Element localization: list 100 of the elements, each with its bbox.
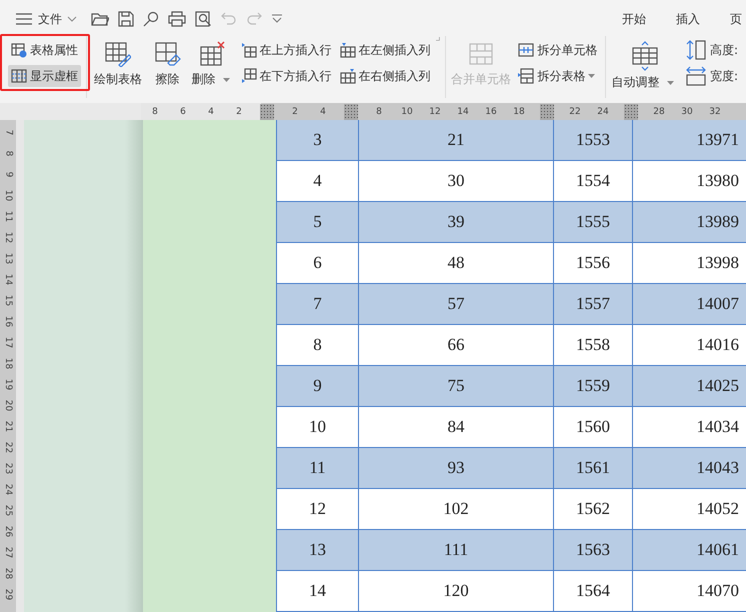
menu-icon[interactable]: [16, 13, 32, 25]
ruler-number: 29: [2, 588, 14, 600]
ruler-number: 12: [428, 106, 442, 116]
ruler-number: 16: [484, 106, 498, 116]
table-cell-text: 13998: [696, 252, 740, 274]
ruler-number: 10: [2, 190, 14, 202]
table-cell: 8: [277, 325, 359, 365]
printer-icon[interactable]: [168, 11, 186, 27]
ribbon-button[interactable]: 删除: [189, 36, 236, 88]
dashed-grid-icon: [11, 68, 27, 84]
ruler-number: 27: [2, 546, 14, 558]
ruler-number: 24: [596, 106, 610, 116]
ruler-number: 8: [151, 106, 159, 116]
ribbon-button[interactable]: 表格属性: [8, 39, 81, 61]
column-marker[interactable]: [260, 104, 274, 120]
table-cell-text: 14007: [696, 293, 740, 315]
table-cell: 4: [277, 161, 359, 201]
table-cell: 14: [277, 571, 359, 611]
ribbon-button[interactable]: 绘制表格: [90, 36, 146, 88]
table-cell: 120: [359, 571, 554, 611]
column-marker[interactable]: [344, 104, 358, 120]
table-eraser-icon: [154, 41, 181, 67]
ruler-number: 4: [319, 106, 327, 116]
column-marker[interactable]: [540, 104, 554, 120]
table-cell: 1554: [554, 161, 633, 201]
ruler-number: 2: [291, 106, 299, 116]
table-cell: 5: [277, 202, 359, 242]
table-cell: 1558: [554, 325, 633, 365]
ruler-number: 25: [2, 504, 14, 516]
table-pencil-icon: [104, 41, 131, 67]
table-cell: 1557: [554, 284, 633, 324]
ruler-number: 6: [179, 106, 187, 116]
folder-icon[interactable]: [91, 11, 109, 27]
table-cell: 1561: [554, 448, 633, 488]
table-cell-text: 13989: [696, 211, 740, 233]
file-menu[interactable]: 文件: [38, 10, 62, 28]
dialog-launcher-icon[interactable]: [436, 36, 440, 42]
table-cell: 1555: [554, 202, 633, 242]
print-preview-icon[interactable]: [195, 11, 212, 27]
ribbon-button[interactable]: 显示虚框: [8, 65, 81, 87]
ruler-number: 18: [2, 358, 14, 370]
insert-row-below-icon: [240, 68, 257, 84]
table-cell: 7: [277, 284, 359, 324]
table-cell-text: 14043: [696, 457, 740, 479]
ruler-number: 15: [2, 294, 14, 306]
ruler-number: 19: [2, 378, 14, 390]
table-cell: 9: [277, 366, 359, 406]
ribbon-tab[interactable]: 页: [730, 8, 742, 30]
ruler-number: 18: [512, 106, 526, 116]
table-cell: 1562: [554, 489, 633, 529]
ruler-number: 26: [2, 526, 14, 538]
table-cell-text: 14070: [696, 580, 740, 602]
ribbon-button[interactable]: 在上方插入行: [238, 39, 335, 61]
ribbon-button[interactable]: 宽度:: [682, 65, 741, 87]
table-cell: 1559: [554, 366, 633, 406]
ruler-number: 28: [652, 106, 666, 116]
table-cell-text: 13971: [696, 129, 740, 151]
table-cell: 1560: [554, 407, 633, 447]
ruler-number: 10: [400, 106, 414, 116]
ruler-number: 24: [2, 484, 14, 496]
table-cell: 3: [277, 120, 359, 160]
ruler-number: 17: [2, 336, 14, 348]
ruler-number: 13: [2, 252, 14, 264]
ribbon-button[interactable]: 在右侧插入列: [336, 65, 434, 87]
save-icon[interactable]: [118, 11, 134, 27]
split-cell-icon: [518, 42, 534, 58]
ribbon-tab[interactable]: 开始: [622, 8, 646, 30]
ribbon-tab[interactable]: 插入: [676, 8, 700, 30]
ribbon-button[interactable]: 拆分单元格: [515, 39, 600, 61]
column-marker[interactable]: [624, 104, 638, 120]
table-cell: 75: [359, 366, 554, 406]
ruler-number: 32: [708, 106, 722, 116]
table-cell-text: 14025: [696, 375, 740, 397]
ribbon-button[interactable]: 自动调整: [609, 36, 680, 88]
ruler-number: 12: [2, 232, 14, 244]
table-cell: 10: [277, 407, 359, 447]
table-cell-text: 14034: [696, 416, 740, 438]
ruler-number: 14: [456, 106, 470, 116]
ruler-number: 20: [2, 400, 14, 412]
table-cell: 1556: [554, 243, 633, 283]
table-info-icon: [11, 42, 27, 58]
magnifier-icon[interactable]: [143, 11, 159, 27]
insert-row-above-icon: [240, 42, 257, 58]
table-cell: 93: [359, 448, 554, 488]
table-cell: 12: [277, 489, 359, 529]
merge-cells-icon: [468, 41, 494, 67]
table-cell: 30: [359, 161, 554, 201]
table-cell-text: 14016: [696, 334, 740, 356]
ribbon-button[interactable]: 高度:: [682, 39, 741, 61]
chevron-down-icon[interactable]: [67, 16, 77, 22]
ribbon-button[interactable]: 在左侧插入列: [336, 39, 434, 61]
ruler-number: 22: [568, 106, 582, 116]
table-cell-text: 14061: [696, 539, 740, 561]
customize-dropdown-icon[interactable]: [271, 14, 283, 24]
ruler-number: 14: [2, 274, 14, 286]
ribbon-button[interactable]: 拆分表格: [515, 65, 600, 87]
insert-column-right-icon: [340, 68, 356, 84]
ruler-number: 8: [375, 106, 383, 116]
ribbon-button[interactable]: 擦除: [148, 36, 188, 88]
ribbon-button[interactable]: 在下方插入行: [238, 65, 335, 87]
